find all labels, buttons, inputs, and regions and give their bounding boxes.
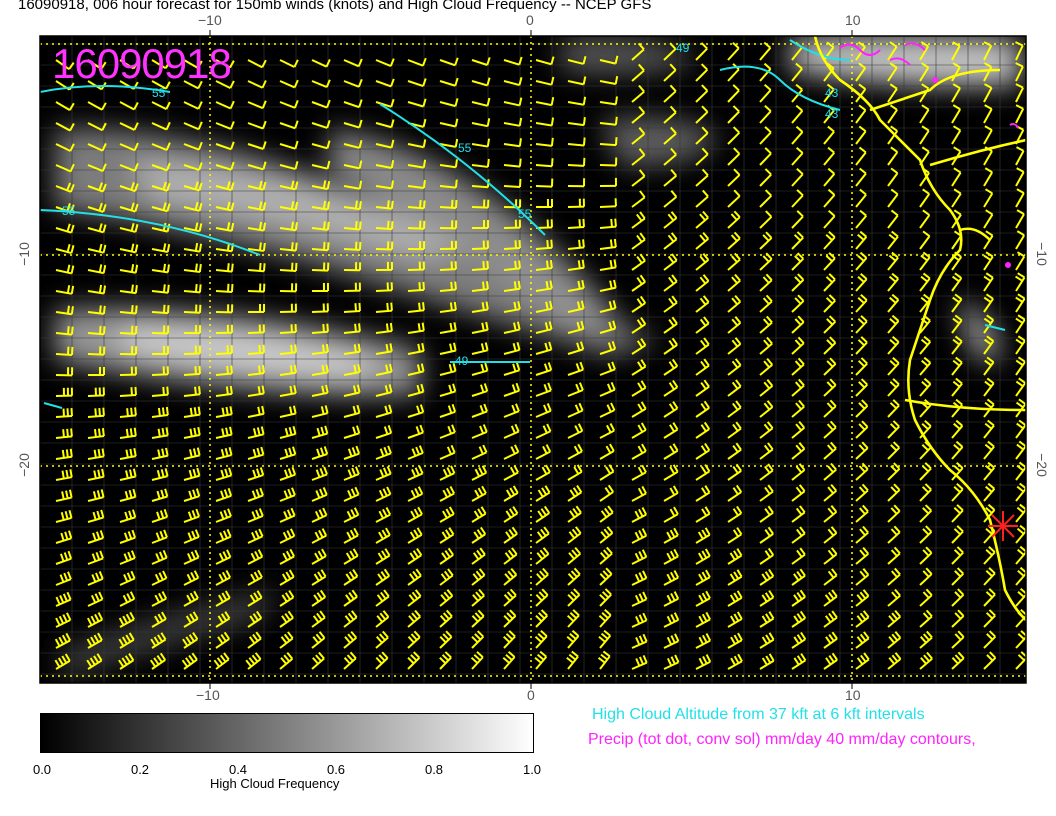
top-tick-label: −10: [198, 12, 222, 28]
colorbar: [40, 713, 534, 753]
colorbar-tick: 0.0: [32, 762, 52, 777]
precip-note: Precip (tot dot, conv sol) mm/day 40 mm/…: [588, 731, 976, 748]
contour-label: 55: [458, 141, 472, 155]
colorbar-tick: 1.0: [522, 762, 542, 777]
contour-label: 43: [825, 86, 839, 100]
colorbar-tick: 0.8: [424, 762, 444, 777]
station-marker: [988, 511, 1018, 541]
date-stamp: 16090918: [52, 40, 232, 87]
contour-label: 55: [518, 207, 532, 221]
top-tick-label: 10: [845, 12, 861, 28]
bottom-tick-label: 0: [527, 687, 535, 703]
contour-label: 43: [825, 107, 839, 121]
right-tick-label: −10: [1033, 242, 1050, 266]
contour-label: 49: [455, 354, 469, 368]
cloud-altitude-note: High Cloud Altitude from 37 kft at 6 kft…: [592, 706, 925, 723]
colorbar-title: High Cloud Frequency: [210, 776, 340, 791]
left-tick-label: −20: [15, 453, 32, 477]
bottom-tick-label: 10: [845, 687, 861, 703]
contour-label: 55: [62, 204, 76, 218]
colorbar-tick: 0.6: [326, 762, 346, 777]
colorbar-tick: 0.2: [130, 762, 150, 777]
top-tick-label: 0: [526, 12, 534, 28]
left-tick-label: −10: [15, 242, 32, 266]
right-tick-label: −20: [1033, 453, 1050, 477]
colorbar-tick: 0.4: [228, 762, 248, 777]
contour-label: 49: [676, 41, 690, 55]
bottom-tick-label: −10: [196, 687, 220, 703]
contour-label: 55: [152, 86, 166, 100]
